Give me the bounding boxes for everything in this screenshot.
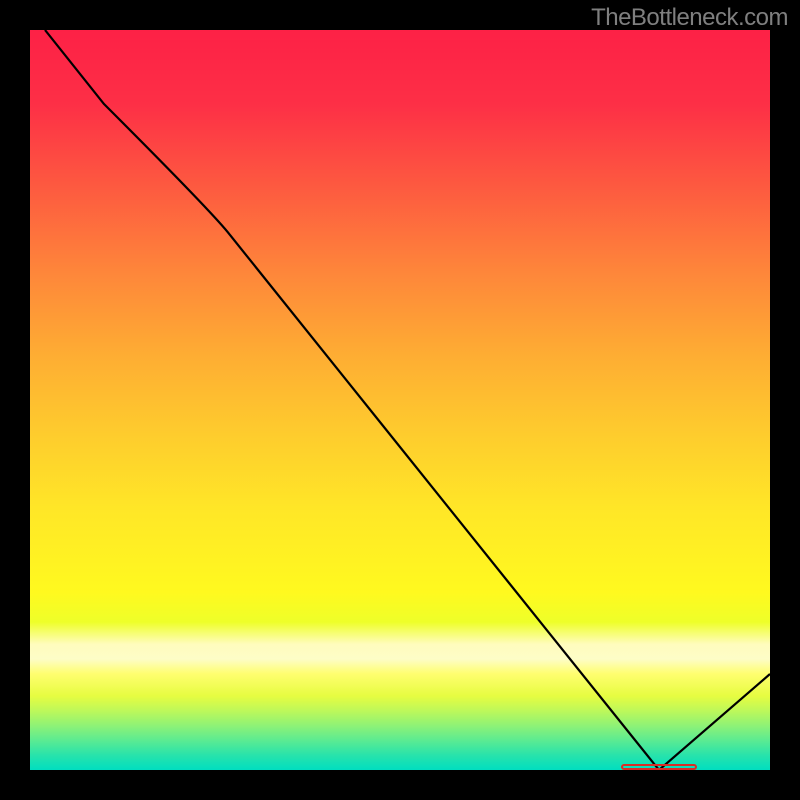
attribution-text: TheBottleneck.com xyxy=(591,4,788,32)
plot-area xyxy=(30,30,770,770)
optimal-marker xyxy=(622,765,696,769)
chart-svg xyxy=(30,30,770,770)
bottleneck-curve xyxy=(45,30,770,770)
